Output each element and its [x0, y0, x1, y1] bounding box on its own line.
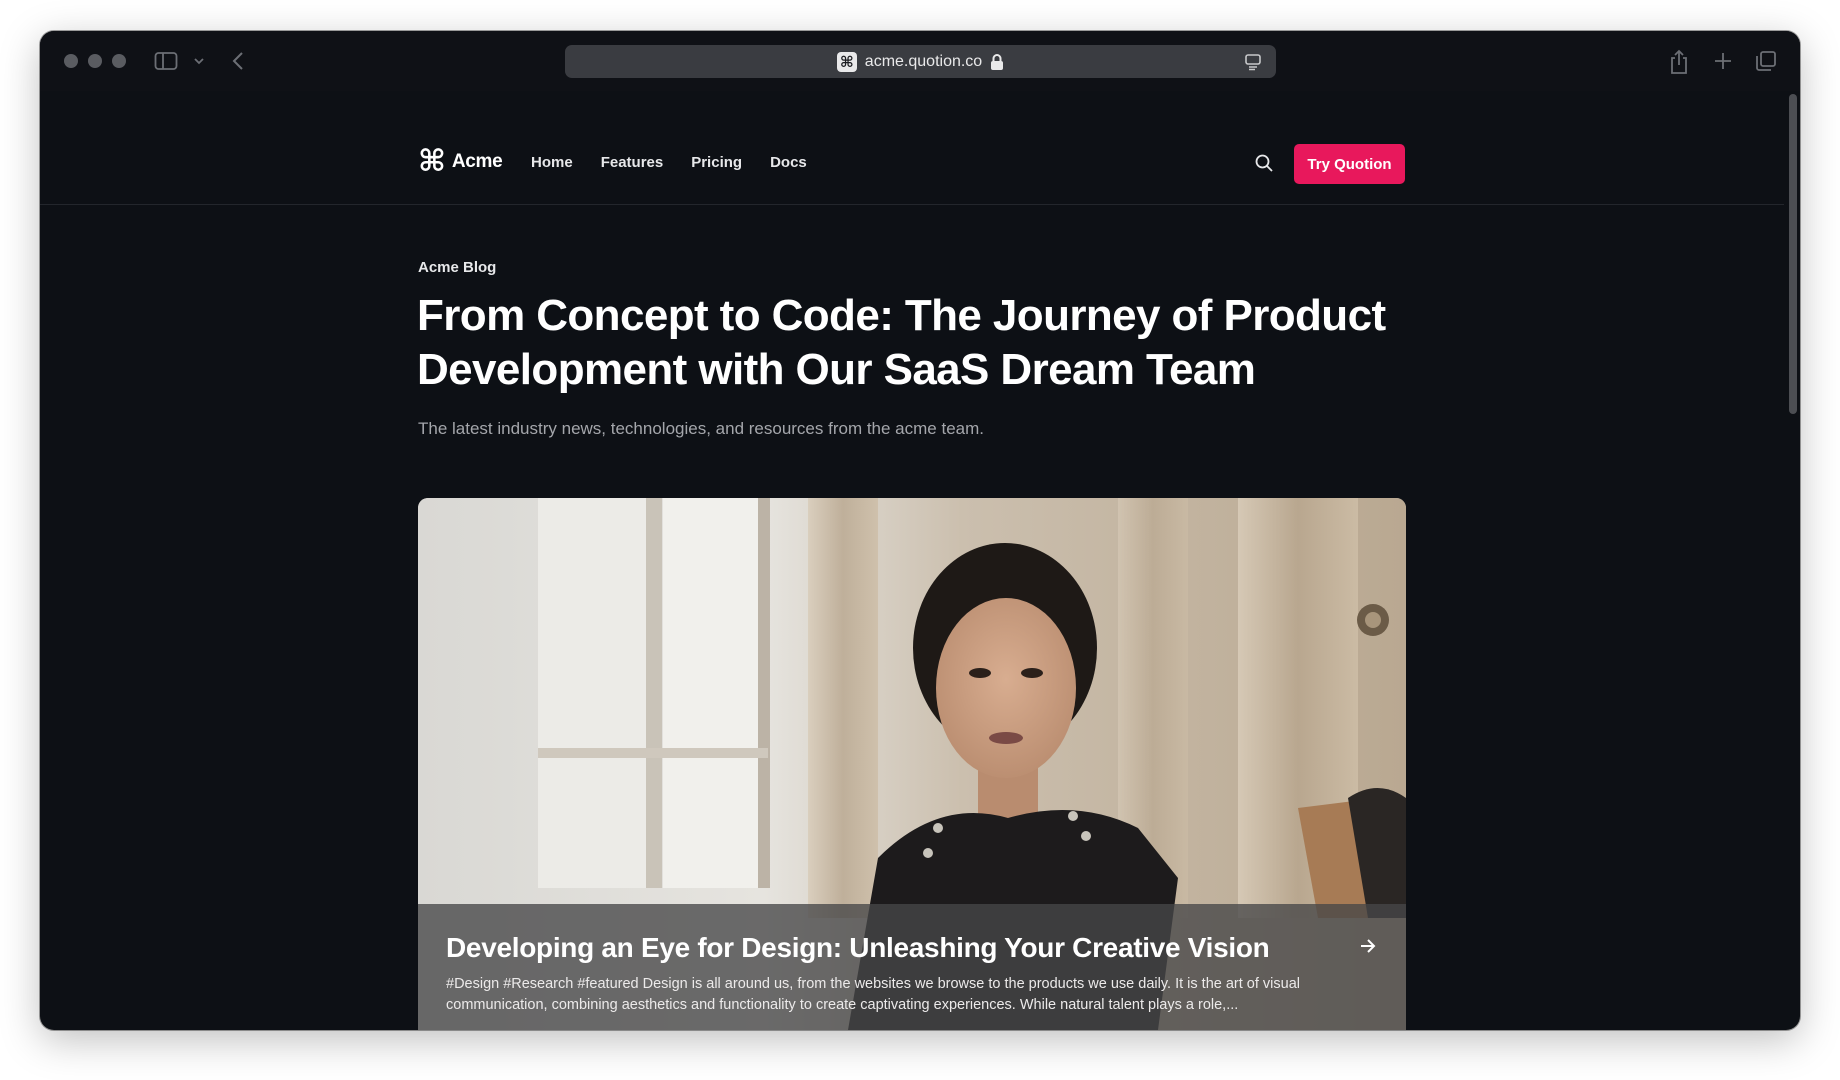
page-subtitle: The latest industry news, technologies, … — [418, 419, 984, 438]
featured-post-overlay: Developing an Eye for Design: Unleashing… — [418, 904, 1406, 1030]
post-tag[interactable]: #Research — [503, 976, 573, 992]
tab-overview-icon[interactable] — [1754, 49, 1778, 73]
command-icon: ⌘ — [836, 51, 857, 72]
try-quotion-button[interactable]: Try Quotion — [1294, 144, 1405, 184]
site-header: ⌘ Acme Home Features Pricing Docs Try Qu… — [40, 91, 1784, 205]
nav-link-features[interactable]: Features — [601, 154, 664, 171]
page-scrollbar[interactable] — [1788, 94, 1798, 414]
share-icon[interactable] — [1668, 49, 1690, 75]
scrollbar-thumb[interactable] — [1789, 94, 1797, 414]
close-window-button[interactable] — [64, 54, 78, 68]
featured-post-card[interactable]: Developing an Eye for Design: Unleashing… — [418, 498, 1406, 1030]
nav-link-pricing[interactable]: Pricing — [691, 154, 742, 171]
main-nav: Home Features Pricing Docs — [531, 154, 807, 171]
command-icon: ⌘ — [418, 145, 446, 178]
featured-post-title[interactable]: Developing an Eye for Design: Unleashing… — [446, 932, 1270, 964]
browser-toolbar: ⌘ acme.quotion.co — [40, 31, 1800, 91]
zoom-window-button[interactable] — [112, 54, 126, 68]
blog-eyebrow: Acme Blog — [418, 259, 497, 276]
site-logo[interactable]: ⌘ Acme — [418, 145, 503, 178]
address-bar[interactable]: ⌘ acme.quotion.co — [565, 45, 1276, 78]
nav-link-home[interactable]: Home — [531, 154, 573, 171]
featured-post-excerpt: #Design #Research #featured Design is all a… — [446, 974, 1376, 1016]
browser-window: ⌘ acme.quotion.co ⌘ Acme Home Features P… — [40, 31, 1800, 1030]
lock-icon — [990, 53, 1004, 71]
minimize-window-button[interactable] — [88, 54, 102, 68]
chevron-down-icon[interactable] — [192, 49, 206, 73]
nav-link-docs[interactable]: Docs — [770, 154, 807, 171]
post-tag[interactable]: #featured — [577, 976, 638, 992]
search-icon[interactable] — [1254, 153, 1274, 173]
page-title: From Concept to Code: The Journey of Pro… — [417, 291, 1386, 394]
reader-mode-icon[interactable] — [1244, 53, 1262, 71]
new-tab-icon[interactable] — [1712, 49, 1734, 73]
sidebar-toggle-icon[interactable] — [154, 49, 178, 73]
brand-name: Acme — [451, 151, 503, 172]
back-arrow-icon[interactable] — [228, 49, 248, 73]
address-url: acme.quotion.co — [864, 52, 983, 70]
arrow-right-icon[interactable] — [1358, 936, 1378, 956]
post-excerpt-text: Design is all around us, from the websit… — [446, 976, 1300, 1013]
post-tag[interactable]: #Design — [446, 976, 499, 992]
window-controls — [64, 54, 126, 68]
